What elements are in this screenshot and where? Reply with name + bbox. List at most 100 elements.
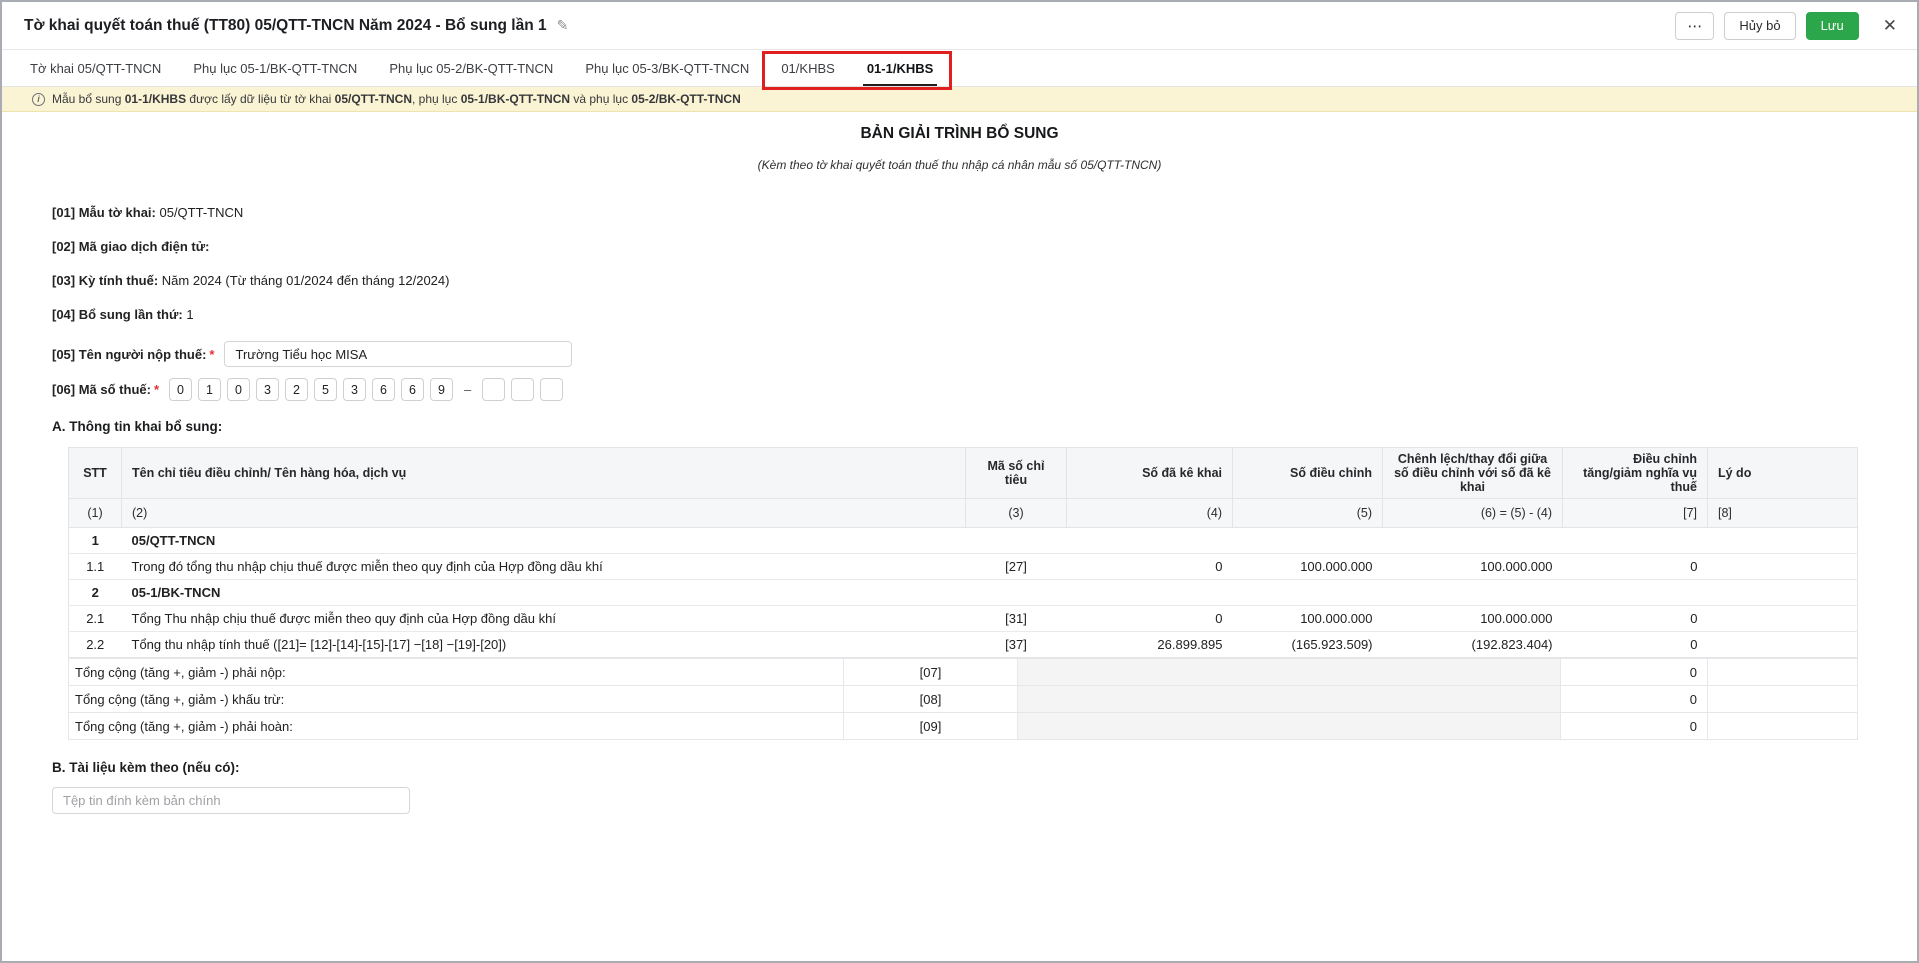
total-label: Tổng cộng (tăng +, giảm -) phải hoàn: — [69, 713, 844, 740]
form-field-label: [02] Mã giao dịch điện tử: — [52, 239, 209, 254]
table-col-header-5: Chênh lệch/thay đổi giữa số điều chỉnh v… — [1383, 448, 1563, 499]
total-disabled-cell — [1018, 659, 1561, 686]
attachment-input[interactable] — [52, 787, 410, 814]
table-col-index-4: (5) — [1233, 499, 1383, 528]
section-a-heading: A. Thông tin khai bổ sung: — [52, 419, 1867, 434]
required-mark: * — [154, 382, 159, 397]
banner-text: Mẫu bổ sung 01-1/KHBS được lấy dữ liệu t… — [52, 92, 741, 106]
tax-code-digit-6[interactable]: 3 — [343, 378, 366, 401]
table-col-index-7: [8] — [1708, 499, 1858, 528]
close-icon[interactable]: ✕ — [1883, 17, 1897, 34]
tax-code-digit-8[interactable]: 6 — [401, 378, 424, 401]
form-fields: [01] Mẫu tờ khai: 05/QTT-TNCN[02] Mã gia… — [52, 205, 1867, 322]
total-row: Tổng cộng (tăng +, giảm -) phải hoàn:[09… — [69, 713, 1858, 740]
table-col-index-2: (3) — [966, 499, 1067, 528]
total-reason-cell — [1708, 686, 1858, 713]
table-col-index-6: [7] — [1563, 499, 1708, 528]
more-options-button[interactable]: ⋯ — [1675, 12, 1714, 40]
cell-stt: 2 — [69, 580, 122, 606]
annotation-highlight-box: 01/KHBS01-1/KHBS — [765, 50, 949, 86]
cell-declared: 26.899.895 — [1067, 632, 1233, 658]
table-col-header-3: Số đã kê khai — [1067, 448, 1233, 499]
table-header-row: STTTên chỉ tiêu điều chỉnh/ Tên hàng hóa… — [69, 448, 1858, 499]
cell-reason — [1708, 606, 1858, 632]
total-disabled-cell — [1018, 713, 1561, 740]
cell-tax-adjustment: 0 — [1563, 632, 1708, 658]
title-area: Tờ khai quyết toán thuế (TT80) 05/QTT-TN… — [24, 17, 568, 35]
cell-reason — [1708, 632, 1858, 658]
tax-code-digit-1[interactable]: 1 — [198, 378, 221, 401]
cell-stt: 1 — [69, 528, 122, 554]
tax-code-digit-3[interactable]: 3 — [256, 378, 279, 401]
table-col-index-0: (1) — [69, 499, 122, 528]
cell-difference: (192.823.404) — [1383, 632, 1563, 658]
cell-tax-adjustment: 0 — [1563, 554, 1708, 580]
form-field-value: 05/QTT-TNCN — [156, 205, 243, 220]
cell-code: [31] — [966, 606, 1067, 632]
form-field-3: [03] Kỳ tính thuế: Năm 2024 (Từ tháng 01… — [52, 273, 1867, 288]
cancel-button[interactable]: Hủy bỏ — [1724, 12, 1795, 40]
tab-2[interactable]: Phụ lục 05-2/BK-QTT-TNCN — [373, 50, 569, 86]
cell-adjusted: 100.000.000 — [1233, 606, 1383, 632]
table-row[interactable]: 105/QTT-TNCN — [69, 528, 1858, 554]
total-reason-cell — [1708, 659, 1858, 686]
tax-code-suffix-digit-2[interactable] — [540, 378, 563, 401]
tab-1[interactable]: Phụ lục 05-1/BK-QTT-TNCN — [177, 50, 373, 86]
tax-code-label: [06] Mã số thuế: — [52, 382, 151, 397]
table-col-index-5: (6) = (5) - (4) — [1383, 499, 1563, 528]
edit-icon[interactable]: ✎ — [557, 17, 569, 34]
table-col-header-0: STT — [69, 448, 122, 499]
cell-tax-adjustment: 0 — [1563, 606, 1708, 632]
tax-code-digit-5[interactable]: 5 — [314, 378, 337, 401]
total-code: [08] — [844, 686, 1018, 713]
cell-name: 05-1/BK-TNCN — [122, 580, 1858, 606]
form-field-value: Năm 2024 (Từ tháng 01/2024 đến tháng 12/… — [158, 273, 449, 288]
tax-code-suffix-digit-0[interactable] — [482, 378, 505, 401]
titlebar: Tờ khai quyết toán thuế (TT80) 05/QTT-TN… — [2, 2, 1917, 50]
table-col-header-4: Số điều chỉnh — [1233, 448, 1383, 499]
table-row[interactable]: 205-1/BK-TNCN — [69, 580, 1858, 606]
cell-name: Tổng thu nhập tính thuế ([21]= [12]-[14]… — [122, 632, 966, 658]
table-row[interactable]: 1.1Trong đó tổng thu nhập chịu thuế được… — [69, 554, 1858, 580]
cell-reason — [1708, 554, 1858, 580]
document-subtitle: (Kèm theo tờ khai quyết toán thuế thu nh… — [52, 158, 1867, 172]
cell-difference: 100.000.000 — [1383, 606, 1563, 632]
cell-code: [27] — [966, 554, 1067, 580]
taxpayer-name-input[interactable] — [224, 341, 572, 367]
tax-code-row: [06] Mã số thuế: * 0103253669– — [52, 378, 1867, 401]
total-reason-cell — [1708, 713, 1858, 740]
taxpayer-name-row: [05] Tên người nộp thuế: * — [52, 341, 1867, 367]
tax-code-digit-4[interactable]: 2 — [285, 378, 308, 401]
form-field-2: [02] Mã giao dịch điện tử: — [52, 239, 1867, 254]
table-row[interactable]: 2.2Tổng thu nhập tính thuế ([21]= [12]-[… — [69, 632, 1858, 658]
info-icon: i — [32, 93, 45, 106]
total-row: Tổng cộng (tăng +, giảm -) phải nộp:[07]… — [69, 659, 1858, 686]
tax-code-suffix-digit-1[interactable] — [511, 378, 534, 401]
totals-body: Tổng cộng (tăng +, giảm -) phải nộp:[07]… — [69, 659, 1858, 740]
save-button[interactable]: Lưu — [1806, 12, 1859, 40]
total-value: 0 — [1561, 713, 1708, 740]
tax-code-digit-7[interactable]: 6 — [372, 378, 395, 401]
tab-5[interactable]: 01-1/KHBS — [851, 50, 949, 86]
cell-name: Tổng Thu nhập chịu thuế được miễn theo q… — [122, 606, 966, 632]
tab-0[interactable]: Tờ khai 05/QTT-TNCN — [14, 50, 177, 86]
document-title: BẢN GIẢI TRÌNH BỔ SUNG — [52, 125, 1867, 143]
tab-3[interactable]: Phụ lục 05-3/BK-QTT-TNCN — [569, 50, 765, 86]
tax-code-separator: – — [464, 382, 471, 397]
tax-code-digit-2[interactable]: 0 — [227, 378, 250, 401]
tax-code-boxes: 0103253669– — [169, 378, 563, 401]
total-disabled-cell — [1018, 686, 1561, 713]
title-actions: ⋯ Hủy bỏ Lưu ✕ — [1675, 12, 1897, 40]
info-banner: i Mẫu bổ sung 01-1/KHBS được lấy dữ liệu… — [2, 87, 1917, 112]
tax-code-digit-0[interactable]: 0 — [169, 378, 192, 401]
cell-stt: 2.1 — [69, 606, 122, 632]
section-b-heading: B. Tài liệu kèm theo (nếu có): — [52, 760, 1867, 775]
tax-code-digit-9[interactable]: 9 — [430, 378, 453, 401]
cell-declared: 0 — [1067, 554, 1233, 580]
table-row[interactable]: 2.1Tổng Thu nhập chịu thuế được miễn the… — [69, 606, 1858, 632]
tab-4[interactable]: 01/KHBS — [765, 50, 850, 86]
table-col-header-7: Lý do — [1708, 448, 1858, 499]
form-field-value: 1 — [183, 307, 194, 322]
required-mark: * — [209, 347, 214, 362]
total-value: 0 — [1561, 686, 1708, 713]
